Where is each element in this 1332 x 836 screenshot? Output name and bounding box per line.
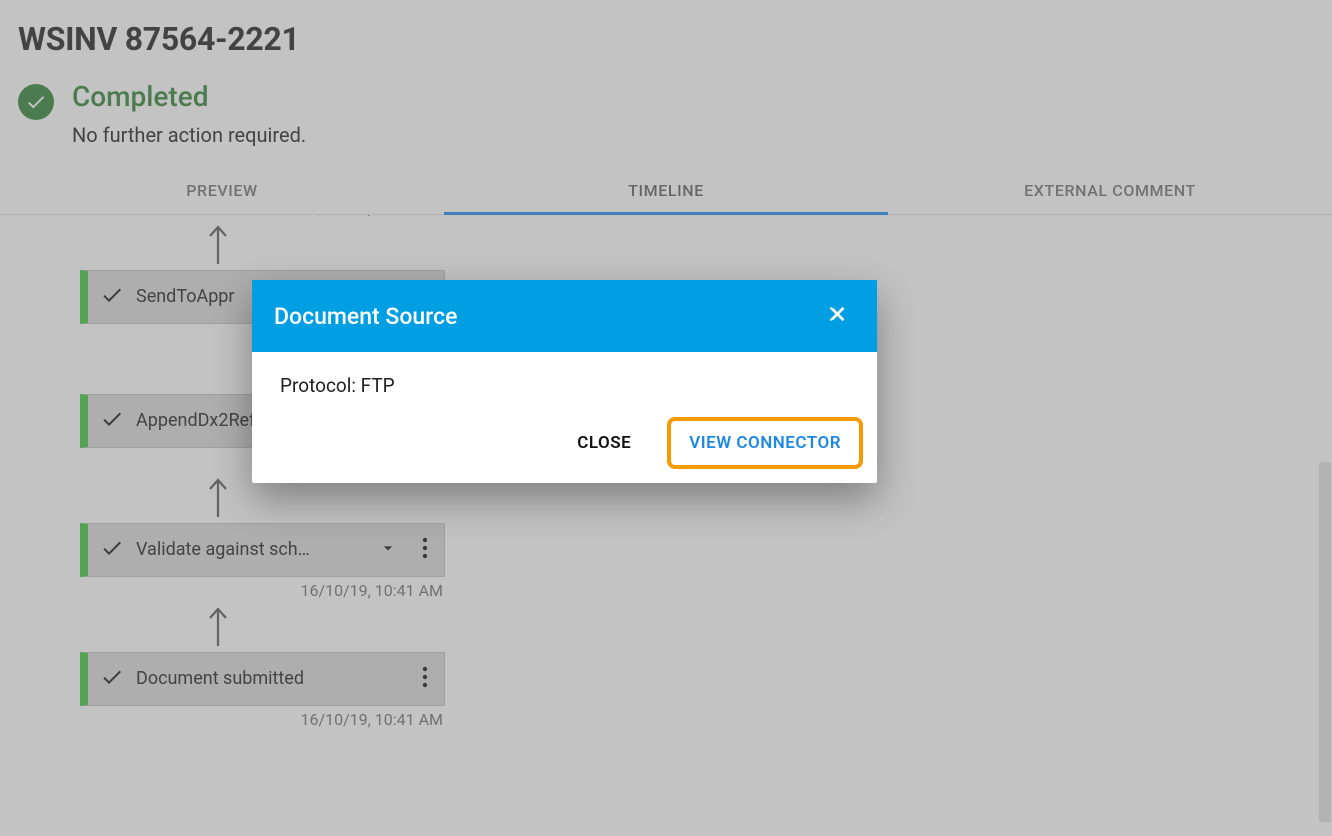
close-icon[interactable] (821, 297, 855, 335)
arrow-up-icon (0, 224, 445, 266)
arrow-up-icon (0, 477, 445, 519)
more-icon[interactable] (416, 531, 434, 569)
modal-title: Document Source (274, 303, 457, 330)
status-success-icon (18, 84, 54, 120)
view-connector-button[interactable]: VIEW CONNECTOR (667, 417, 863, 469)
more-icon[interactable] (416, 660, 434, 698)
timeline-card[interactable]: Document submitted (80, 652, 445, 706)
check-icon (100, 536, 124, 564)
arrow-up-icon (0, 606, 445, 648)
tabs: PREVIEW TIMELINE EXTERNAL COMMENT (0, 167, 1332, 215)
check-icon (100, 665, 124, 693)
scrollbar-thumb[interactable] (1319, 462, 1331, 822)
tab-timeline[interactable]: TIMELINE (444, 167, 888, 214)
check-icon (100, 283, 124, 311)
scrollbar[interactable] (1318, 242, 1332, 836)
step-timestamp: 16/10/19, 10:41 AM (80, 581, 445, 600)
tab-preview[interactable]: PREVIEW (0, 167, 444, 214)
modal-document-source: Document Source Protocol: FTP CLOSE VIEW… (252, 280, 877, 483)
step-label: Document submitted (136, 668, 404, 689)
timeline-step: Validate against sch… 16/10/19, 10:41 AM (80, 523, 445, 600)
timeline-card[interactable]: Validate against sch… (80, 523, 445, 577)
close-button[interactable]: CLOSE (563, 421, 645, 465)
status-subtext: No further action required. (72, 123, 306, 147)
timeline-step: Document submitted 16/10/19, 10:41 AM (80, 652, 445, 729)
step-timestamp: 16/10/19, 10:41 AM (80, 710, 445, 729)
tab-external-comment[interactable]: EXTERNAL COMMENT (888, 167, 1332, 214)
modal-body: Protocol: FTP (252, 352, 877, 405)
status-label: Completed (72, 82, 306, 113)
status-row: Completed No further action required. (18, 82, 1314, 147)
timeline-step: 16/10/19, 10:42 AM (80, 215, 445, 218)
check-icon (100, 407, 124, 435)
page-title: WSINV 87564-2221 (18, 20, 1314, 58)
step-timestamp: 16/10/19, 10:42 AM (80, 215, 445, 218)
step-label: Validate against sch… (136, 539, 360, 560)
chevron-down-icon[interactable] (372, 532, 404, 568)
